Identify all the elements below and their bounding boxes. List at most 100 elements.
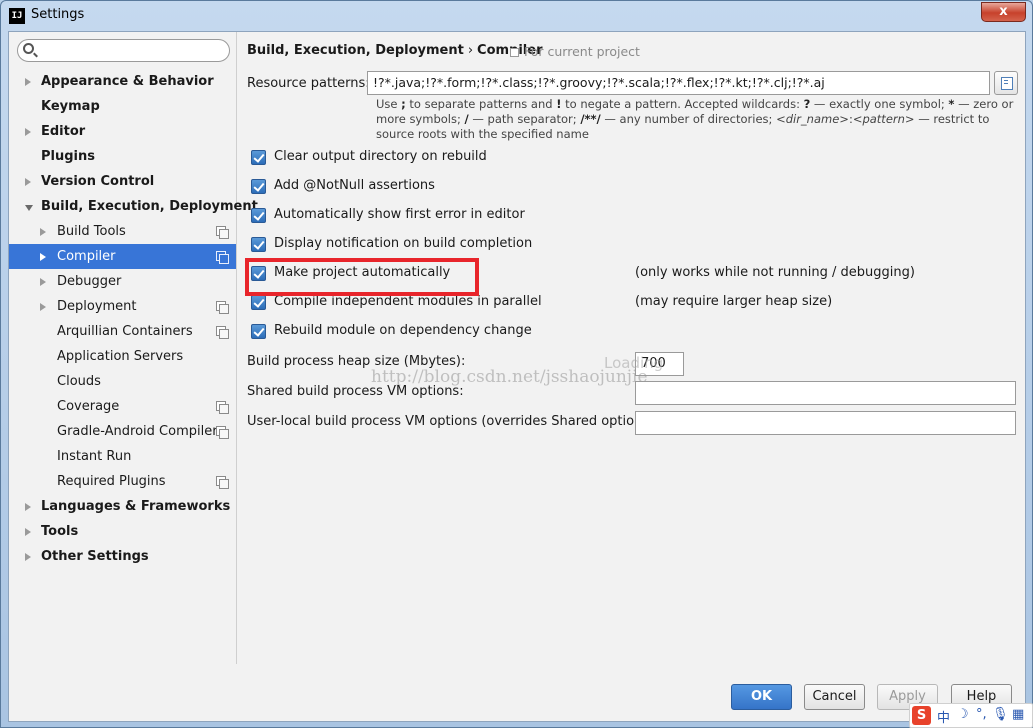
sidebar-item-label: Plugins (41, 149, 95, 164)
sidebar-item-compiler[interactable]: Compiler (9, 244, 236, 269)
help-text: to separate patterns and (405, 97, 557, 111)
search-icon (23, 43, 34, 54)
option-checkbox[interactable] (251, 150, 266, 165)
chinese-mode-icon[interactable]: 中 (937, 707, 950, 726)
breadcrumb-separator: › (467, 43, 474, 58)
option-label[interactable]: Automatically show first error in editor (274, 207, 525, 222)
chevron-right-icon[interactable] (40, 278, 46, 286)
sidebar-item-other-settings[interactable]: Other Settings (9, 544, 236, 569)
user-vm-options-label: User-local build process VM options (ove… (247, 414, 659, 429)
sidebar-item-tools[interactable]: Tools (9, 519, 236, 544)
intellij-app-icon: IJ (9, 8, 25, 24)
sidebar-item-languages-frameworks[interactable]: Languages & Frameworks (9, 494, 236, 519)
sidebar-item-application-servers[interactable]: Application Servers (9, 344, 236, 369)
chevron-down-icon[interactable] (25, 205, 33, 211)
dialog-footer: OK Cancel Apply Help (9, 664, 1025, 722)
sidebar-item-label: Required Plugins (57, 474, 166, 489)
help-text: — path separator; (468, 112, 581, 126)
option-label[interactable]: Add @NotNull assertions (274, 178, 435, 193)
chevron-right-icon[interactable] (40, 253, 46, 261)
option-row: Display notification on build completion (251, 236, 1021, 256)
sidebar-item-coverage[interactable]: Coverage (9, 394, 236, 419)
sidebar-item-build-tools[interactable]: Build Tools (9, 219, 236, 244)
sidebar-item-label: Clouds (57, 374, 101, 389)
option-checkbox[interactable] (251, 179, 266, 194)
sidebar-item-debugger[interactable]: Debugger (9, 269, 236, 294)
sidebar-item-gradle-android-compiler[interactable]: Gradle-Android Compiler (9, 419, 236, 444)
option-checkbox[interactable] (251, 295, 266, 310)
chevron-right-icon[interactable] (40, 303, 46, 311)
chevron-right-icon[interactable] (25, 528, 31, 536)
sidebar-item-label: Keymap (41, 99, 100, 114)
sidebar-item-required-plugins[interactable]: Required Plugins (9, 469, 236, 494)
sidebar-item-version-control[interactable]: Version Control (9, 169, 236, 194)
chevron-right-icon[interactable] (25, 553, 31, 561)
sidebar-item-build-execution-deployment[interactable]: Build, Execution, Deployment (9, 194, 258, 219)
chevron-right-icon[interactable] (25, 128, 31, 136)
scope-label: For current project (524, 44, 640, 59)
chevron-right-icon[interactable] (40, 228, 46, 236)
sidebar-item-label: Version Control (41, 174, 155, 189)
title-bar[interactable]: IJ Settings x (1, 1, 1032, 31)
sidebar-item-editor[interactable]: Editor (9, 119, 236, 144)
project-scope-icon (216, 476, 229, 489)
sidebar-item-label: Languages & Frameworks (41, 499, 231, 514)
compiler-settings-panel: Build, Execution, Deployment›Compiler Fo… (238, 32, 1025, 664)
option-checkbox[interactable] (251, 237, 266, 252)
option-hint: (may require larger heap size) (635, 294, 833, 309)
sogou-ime-icon[interactable]: S (912, 706, 931, 725)
keyboard-grid-icon[interactable]: ▦ (1012, 707, 1024, 722)
chevron-right-icon[interactable] (25, 503, 31, 511)
moon-icon[interactable]: ☽ (957, 707, 969, 722)
sidebar-item-label: Tools (41, 524, 79, 539)
resource-patterns-help: Use ; to separate patterns and ! to nega… (376, 97, 1016, 142)
ime-toolbar: S 中 ☽ °, 🎙 ▦ (909, 703, 1033, 728)
sidebar-item-arquillian-containers[interactable]: Arquillian Containers (9, 319, 236, 344)
option-checkbox[interactable] (251, 324, 266, 339)
option-label[interactable]: Clear output directory on rebuild (274, 149, 487, 164)
close-window-button[interactable]: x (981, 2, 1026, 22)
breadcrumb-parent: Build, Execution, Deployment (247, 43, 464, 58)
sidebar-item-label: Arquillian Containers (57, 324, 193, 339)
sidebar-item-plugins[interactable]: Plugins (9, 144, 236, 169)
option-row: Add @NotNull assertions (251, 178, 1021, 198)
cancel-button[interactable]: Cancel (804, 684, 865, 710)
option-checkbox[interactable] (251, 208, 266, 223)
settings-window: IJ Settings x Appearance & Behavior Keyma… (0, 0, 1033, 728)
sidebar-item-label: Appearance & Behavior (41, 74, 214, 89)
sidebar-item-instant-run[interactable]: Instant Run (9, 444, 236, 469)
option-row: Rebuild module on dependency change (251, 323, 1021, 343)
sidebar-item-keymap[interactable]: Keymap (9, 94, 236, 119)
option-label[interactable]: Display notification on build completion (274, 236, 532, 251)
help-text: — exactly one symbol; (810, 97, 949, 111)
project-scope-icon (216, 426, 229, 439)
resource-patterns-input[interactable]: !?*.java;!?*.form;!?*.class;!?*.groovy;!… (367, 71, 990, 95)
option-row: Automatically show first error in editor (251, 207, 1021, 227)
sidebar-item-deployment[interactable]: Deployment (9, 294, 236, 319)
ok-button[interactable]: OK (731, 684, 792, 710)
settings-search-input[interactable] (17, 39, 230, 62)
expand-patterns-button[interactable] (994, 71, 1018, 95)
breadcrumb: Build, Execution, Deployment›Compiler (247, 43, 543, 58)
shared-vm-options-input[interactable] (635, 381, 1016, 405)
chevron-right-icon[interactable] (25, 78, 31, 86)
project-scope-icon (216, 401, 229, 414)
settings-sidebar: Appearance & Behavior Keymap Editor Plugins… (9, 32, 258, 664)
sidebar-item-label: Deployment (57, 299, 137, 314)
chevron-right-icon[interactable] (25, 178, 31, 186)
scope-indicator: For current project (510, 44, 640, 59)
window-title: Settings (31, 7, 85, 22)
option-label[interactable]: Rebuild module on dependency change (274, 323, 532, 338)
user-vm-options-input[interactable] (635, 411, 1016, 435)
option-label[interactable]: Compile independent modules in parallel (274, 294, 542, 309)
sidebar-item-label: Build, Execution, Deployment (41, 199, 258, 214)
option-hint: (only works while not running / debuggin… (635, 265, 915, 280)
help-token: <pattern> (852, 112, 915, 126)
microphone-icon[interactable]: 🎙 (992, 707, 1009, 722)
sidebar-item-label: Debugger (57, 274, 122, 289)
sidebar-item-clouds[interactable]: Clouds (9, 369, 236, 394)
punctuation-icon[interactable]: °, (976, 707, 987, 722)
sidebar-item-label: Instant Run (57, 449, 132, 464)
sidebar-item-appearance-behavior[interactable]: Appearance & Behavior (9, 69, 236, 94)
option-row: Clear output directory on rebuild (251, 149, 1021, 169)
